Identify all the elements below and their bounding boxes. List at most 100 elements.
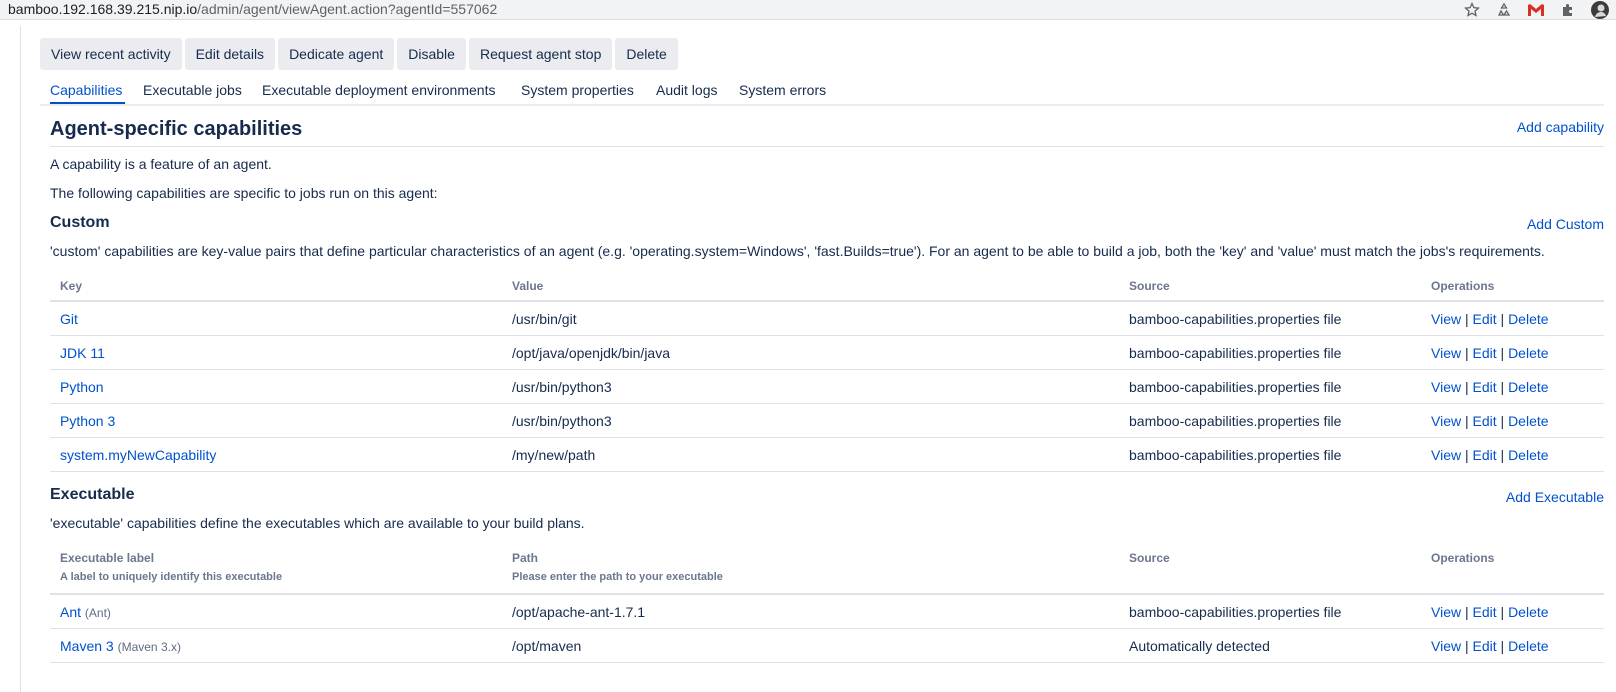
table-row: Python 3 /usr/bin/python3 bamboo-capabil… <box>50 404 1604 438</box>
capability-key-link[interactable]: Python <box>60 379 104 395</box>
row-operations: View | Edit | Delete <box>1431 638 1549 654</box>
column-header-key: Key <box>60 279 83 293</box>
row-operations: View | Edit | Delete <box>1431 379 1549 395</box>
tab-executable-jobs[interactable]: Executable jobs <box>143 82 242 98</box>
agent-actions-toolbar: View recent activity Edit details Dedica… <box>40 38 1604 70</box>
request-agent-stop-button[interactable]: Request agent stop <box>468 38 613 70</box>
executable-label-link[interactable]: Ant <box>60 604 81 620</box>
separator: | <box>1500 447 1505 463</box>
column-header-path: Path <box>512 551 539 565</box>
delete-link[interactable]: Delete <box>1508 638 1548 654</box>
delete-agent-button[interactable]: Delete <box>615 38 678 70</box>
edit-details-button[interactable]: Edit details <box>184 38 276 70</box>
table-row: Maven 3 (Maven 3.x) /opt/maven Automatic… <box>50 629 1604 663</box>
executable-label-link[interactable]: Maven 3 <box>60 638 114 654</box>
executable-path: /opt/apache-ant-1.7.1 <box>512 604 646 620</box>
gmail-icon[interactable] <box>1520 0 1552 20</box>
capability-key-link[interactable]: JDK 11 <box>60 345 105 361</box>
star-icon[interactable] <box>1456 0 1488 20</box>
profile-avatar[interactable] <box>1584 0 1616 20</box>
capability-value: /usr/bin/git <box>512 311 577 327</box>
view-link[interactable]: View <box>1431 311 1461 327</box>
url-path: /admin/agent/viewAgent.action?agentId=55… <box>197 1 498 17</box>
recycle-icon[interactable] <box>1488 0 1520 20</box>
view-recent-activity-button[interactable]: View recent activity <box>40 38 182 70</box>
executable-table-header: Executable label A label to uniquely ide… <box>50 544 1604 595</box>
dedicate-agent-button[interactable]: Dedicate agent <box>278 38 395 70</box>
separator: | <box>1464 447 1469 463</box>
separator: | <box>1464 638 1469 654</box>
separator: | <box>1464 604 1469 620</box>
edit-link[interactable]: Edit <box>1473 345 1497 361</box>
delete-link[interactable]: Delete <box>1508 345 1548 361</box>
executable-label-hint: A label to uniquely identify this execut… <box>60 571 283 583</box>
add-capability-link[interactable]: Add capability <box>1517 119 1604 135</box>
title-divider <box>50 146 1604 147</box>
tab-system-errors[interactable]: System errors <box>739 82 826 98</box>
table-row: Ant (Ant) /opt/apache-ant-1.7.1 bamboo-c… <box>50 595 1604 629</box>
capability-key-link[interactable]: Git <box>60 311 78 327</box>
view-link[interactable]: View <box>1431 638 1461 654</box>
capability-source: bamboo-capabilities.properties file <box>1129 345 1342 361</box>
column-header-operations: Operations <box>1431 279 1495 293</box>
separator: | <box>1464 345 1469 361</box>
intro-text-1: A capability is a feature of an agent. <box>50 156 272 172</box>
table-row: Git /usr/bin/git bamboo-capabilities.pro… <box>50 302 1604 336</box>
executable-path: /opt/maven <box>512 638 582 654</box>
separator: | <box>1500 311 1505 327</box>
page-title: Agent-specific capabilities <box>50 118 303 140</box>
custom-description: 'custom' capabilities are key-value pair… <box>50 243 1545 259</box>
disable-button[interactable]: Disable <box>397 38 466 70</box>
tab-audit-logs[interactable]: Audit logs <box>656 82 717 98</box>
active-tab-indicator <box>50 102 125 104</box>
separator: | <box>1500 413 1505 429</box>
add-custom-link[interactable]: Add Custom <box>1527 216 1604 232</box>
delete-link[interactable]: Delete <box>1508 447 1548 463</box>
intro-text-2: The following capabilities are specific … <box>50 185 438 201</box>
executable-heading: Executable <box>50 486 135 503</box>
edit-link[interactable]: Edit <box>1473 379 1497 395</box>
capability-key-link[interactable]: Python 3 <box>60 413 115 429</box>
capability-value: /usr/bin/python3 <box>512 379 612 395</box>
edit-link[interactable]: Edit <box>1473 447 1497 463</box>
tab-capabilities[interactable]: Capabilities <box>50 82 122 98</box>
tab-executable-deployment-environments[interactable]: Executable deployment environments <box>262 82 495 98</box>
column-header-operations: Operations <box>1431 551 1495 565</box>
executable-label-cell: Maven 3 (Maven 3.x) <box>60 638 181 654</box>
add-executable-link[interactable]: Add Executable <box>1506 489 1604 505</box>
capability-source: bamboo-capabilities.properties file <box>1129 379 1342 395</box>
url-text[interactable]: bamboo.192.168.39.215.nip.io/admin/agent… <box>8 1 497 17</box>
delete-link[interactable]: Delete <box>1508 604 1548 620</box>
row-operations: View | Edit | Delete <box>1431 345 1549 361</box>
delete-link[interactable]: Delete <box>1508 379 1548 395</box>
separator: | <box>1464 413 1469 429</box>
executable-description: 'executable' capabilities define the exe… <box>50 515 585 531</box>
capability-key-link[interactable]: system.myNewCapability <box>60 447 216 463</box>
delete-link[interactable]: Delete <box>1508 413 1548 429</box>
view-link[interactable]: View <box>1431 413 1461 429</box>
browser-address-bar[interactable]: bamboo.192.168.39.215.nip.io/admin/agent… <box>0 0 1616 20</box>
puzzle-icon[interactable] <box>1552 0 1584 20</box>
view-link[interactable]: View <box>1431 345 1461 361</box>
table-row: system.myNewCapability /my/new/path bamb… <box>50 438 1604 472</box>
view-link[interactable]: View <box>1431 379 1461 395</box>
tab-system-properties[interactable]: System properties <box>521 82 634 98</box>
executable-source: Automatically detected <box>1129 638 1270 654</box>
capability-source: bamboo-capabilities.properties file <box>1129 447 1342 463</box>
custom-capabilities-table: Key Value Source Operations Git /usr/bin… <box>50 272 1604 472</box>
capability-value: /my/new/path <box>512 447 596 463</box>
edit-link[interactable]: Edit <box>1473 413 1497 429</box>
edit-link[interactable]: Edit <box>1473 638 1497 654</box>
table-row: Python /usr/bin/python3 bamboo-capabilit… <box>50 370 1604 404</box>
executable-source: bamboo-capabilities.properties file <box>1129 604 1342 620</box>
row-operations: View | Edit | Delete <box>1431 604 1549 620</box>
separator: | <box>1500 604 1505 620</box>
separator: | <box>1500 345 1505 361</box>
view-link[interactable]: View <box>1431 447 1461 463</box>
delete-link[interactable]: Delete <box>1508 311 1548 327</box>
edit-link[interactable]: Edit <box>1473 311 1497 327</box>
view-link[interactable]: View <box>1431 604 1461 620</box>
column-header-value: Value <box>512 279 544 293</box>
edit-link[interactable]: Edit <box>1473 604 1497 620</box>
executable-label-cell: Ant (Ant) <box>60 604 111 620</box>
